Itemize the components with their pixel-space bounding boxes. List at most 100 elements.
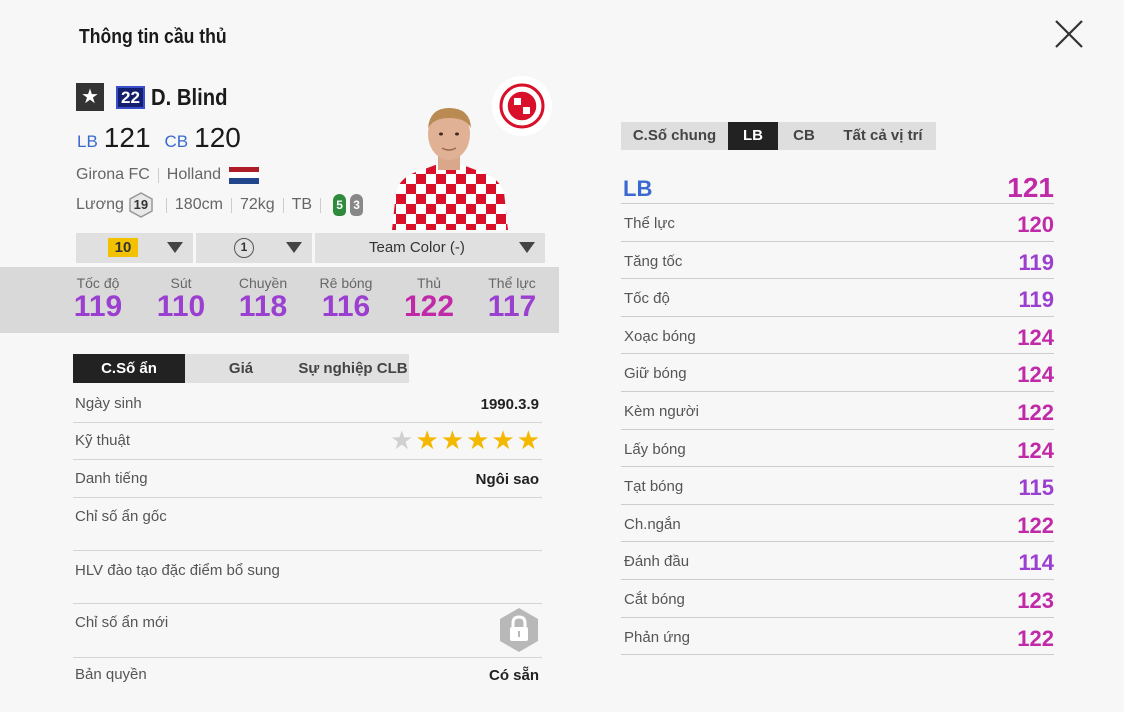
chevron-down-icon [519, 242, 535, 253]
detail-stat-value: 124 [1017, 362, 1054, 388]
tab-lb[interactable]: LB [728, 122, 778, 150]
info-tabs: C.Số ẩn Giá Sự nghiệp CLB [73, 354, 409, 383]
row-new-traits: Chỉ số ẩn mới [73, 604, 542, 658]
chevron-down-icon [167, 242, 183, 253]
close-icon [1055, 20, 1083, 48]
base-traits-label: Chỉ số ẩn gốc [75, 508, 167, 525]
wage-badge: 19 [128, 192, 154, 218]
position-overall-row: LB 121 [621, 170, 1054, 204]
player-info-line: Lương 19 180cm 72kg TB 5 3 [76, 192, 364, 218]
weight: 72kg [239, 196, 275, 213]
player-name: D. Blind [151, 84, 228, 110]
star-filled-icon: ★ [440, 425, 465, 455]
detail-stat-value: 122 [1017, 625, 1054, 651]
star-empty-icon: ★ [390, 425, 414, 455]
tab-cb[interactable]: CB [778, 122, 830, 150]
skill-label: Kỹ thuật [75, 432, 131, 449]
row-coach-traits: HLV đào tạo đặc điểm bổ sung [73, 551, 542, 604]
row-birthdate: Ngày sinh 1990.3.9 [73, 386, 542, 423]
chevron-down-icon [286, 242, 302, 253]
position-tabs: C.Số chung LB CB Tất cả vị trí [621, 122, 936, 150]
detail-stat-value: 122 [1017, 400, 1054, 425]
license-value: Có sẵn [488, 667, 539, 684]
wage-label: Lương [76, 196, 124, 213]
stat-shooting: Sút 110 [156, 275, 206, 323]
detail-stat-value: 114 [1018, 550, 1055, 576]
detail-stat-label: Giữ bóng [624, 365, 687, 383]
coach-traits-label: HLV đào tạo đặc điểm bổ sung [75, 562, 280, 579]
team-color-dropdown[interactable]: Team Color (-) [315, 233, 545, 263]
detail-stat-row: Xoạc bóng 124 [621, 317, 1054, 355]
wage-value: 19 [133, 197, 149, 212]
skill-level-dropdown[interactable]: 1 [196, 233, 312, 263]
team-color-label: Team Color (-) [369, 239, 465, 256]
tab-all-positions[interactable]: Tất cả vị trí [830, 122, 936, 150]
tab-hidden-stats[interactable]: C.Số ẩn [73, 354, 185, 383]
stat-defending: Thủ 122 [403, 275, 455, 323]
detail-stat-row: Tạt bóng 115 [621, 467, 1054, 505]
main-stats-bar: Tốc độ 119 Sút 110 Chuyền 118 Rê bóng 116 Th… [0, 267, 559, 333]
row-fame: Danh tiếng Ngôi sao [73, 460, 542, 498]
club-logo [492, 76, 552, 136]
position-name: LB [623, 176, 653, 201]
position-label: CB [164, 132, 189, 151]
tab-general-stats[interactable]: C.Số chung [621, 122, 728, 150]
detail-stat-row: Tăng tốc 119 [621, 242, 1054, 280]
skill-level-value: 1 [234, 238, 254, 258]
birthdate-label: Ngày sinh [75, 395, 142, 412]
tab-club-career[interactable]: Sự nghiệp CLB [297, 354, 409, 383]
detail-stat-value: 123 [1017, 588, 1054, 613]
detail-stat-row: Cắt bóng 123 [621, 580, 1054, 618]
season-badge-icon: ★ [76, 83, 104, 111]
detail-stat-label: Thể lực [624, 215, 675, 232]
detail-stat-row: Tốc độ 119 [621, 279, 1054, 317]
detail-stat-row: Lấy bóng 124 [621, 430, 1054, 468]
position-ratings: LB 121 CB 120 [77, 122, 255, 154]
detail-stat-value: 122 [1017, 512, 1054, 538]
star-filled-icon: ★ [491, 425, 515, 455]
detail-stat-row: Kèm người 122 [621, 392, 1054, 430]
upgrade-level-dropdown[interactable]: 10 [76, 233, 193, 263]
star-filled-icon: ★ [516, 425, 540, 455]
right-foot-icon: 3 [350, 194, 364, 216]
close-button[interactable] [1052, 17, 1086, 51]
detail-stat-value: 119 [1018, 287, 1055, 313]
tab-price[interactable]: Giá [185, 354, 297, 383]
detail-stat-row: Đánh đầu 114 [621, 542, 1054, 580]
page-title: Thông tin cầu thủ [79, 26, 227, 48]
star-filled-icon: ★ [466, 425, 490, 455]
detail-stat-label: Tăng tốc [624, 252, 683, 270]
position-ovr: 121 [103, 122, 151, 153]
stat-physical: Thể lực 117 [487, 275, 537, 323]
detail-stat-label: Kèm người [624, 403, 699, 420]
detail-stat-label: Đánh đầu [624, 553, 690, 571]
detail-stat-label: Tốc độ [624, 290, 670, 308]
netherlands-flag-icon [229, 166, 260, 184]
body-type: TB [291, 196, 313, 213]
license-label: Bản quyền [75, 666, 147, 683]
detail-stat-row: Giữ bóng 124 [621, 354, 1054, 392]
detail-stat-row: Ch.ngắn 122 [621, 505, 1054, 543]
stat-pace: Tốc độ 119 [73, 275, 123, 323]
detail-stat-value: 120 [1017, 212, 1054, 237]
detail-stat-row: Phản ứng 122 [621, 618, 1054, 656]
detail-stat-label: Phản ứng [624, 628, 690, 646]
detail-stat-label: Xoạc bóng [624, 327, 696, 345]
nation-name: Holland [166, 166, 222, 183]
lock-icon[interactable] [498, 607, 540, 653]
position-label: LB [77, 132, 98, 151]
detail-stat-label: Cắt bóng [624, 591, 685, 608]
row-skill: Kỹ thuật ★ ★ ★ ★ ★ ★ [73, 423, 542, 460]
stat-passing: Chuyền 118 [238, 275, 288, 323]
height: 180cm [174, 196, 223, 213]
left-foot-icon: 5 [333, 194, 347, 216]
upgrade-level-badge: 10 [108, 238, 138, 257]
row-base-traits: Chỉ số ẩn gốc [73, 498, 542, 551]
detail-stat-value: 124 [1017, 324, 1054, 350]
position-ovr: 120 [194, 122, 241, 153]
new-traits-label: Chỉ số ẩn mới [75, 614, 169, 631]
fame-label: Danh tiếng [75, 470, 148, 487]
club-nation-line: Girona FC Holland [76, 166, 260, 184]
birthdate-value: 1990.3.9 [480, 396, 539, 413]
stat-dribbling: Rê bóng 116 [319, 275, 373, 323]
